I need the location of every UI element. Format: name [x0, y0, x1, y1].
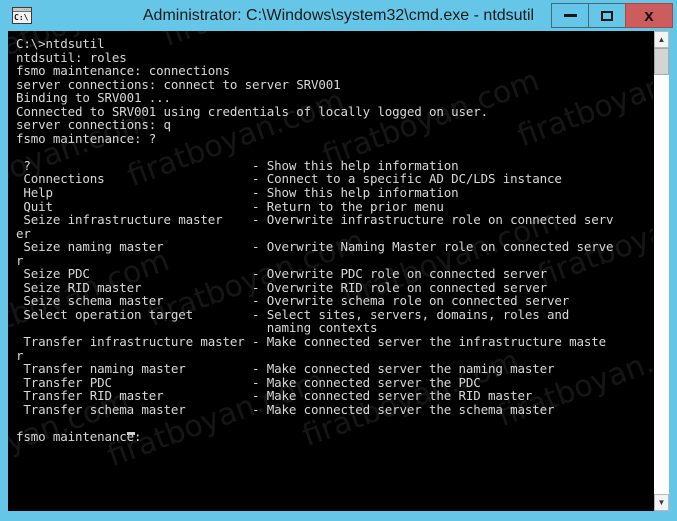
cmd-console-icon: ··· C:\	[12, 7, 32, 24]
close-button[interactable]: x	[625, 3, 673, 28]
scroll-up-button[interactable]: ▲	[654, 31, 669, 48]
console-cursor	[127, 432, 135, 435]
console-scrollbar[interactable]: ▲ ▼	[653, 31, 669, 511]
window-controls: x	[551, 3, 673, 28]
console-output: C:\>ntdsutil ntdsutil: roles fsmo mainte…	[16, 36, 614, 444]
console-client-area: firatboyan.com firatboyan.com firatboyan…	[8, 31, 669, 511]
minimize-icon	[563, 14, 577, 17]
chevron-down-icon: ▼	[657, 497, 666, 507]
chevron-up-icon: ▲	[657, 34, 666, 44]
title-bar[interactable]: ··· C:\ Administrator: C:\Windows\system…	[0, 0, 677, 31]
scrollbar-thumb[interactable]	[654, 48, 669, 75]
close-icon: x	[644, 6, 654, 25]
cmd-window: ··· C:\ Administrator: C:\Windows\system…	[0, 0, 677, 521]
maximize-button[interactable]	[588, 3, 626, 28]
icon-prompt-text: C:\	[14, 13, 29, 22]
scrollbar-track[interactable]	[654, 48, 669, 494]
minimize-button[interactable]	[551, 3, 589, 28]
maximize-icon	[601, 10, 613, 21]
scroll-down-button[interactable]: ▼	[654, 494, 669, 511]
watermark-text: firatboyan.com	[358, 31, 584, 34]
console-screen[interactable]: firatboyan.com firatboyan.com firatboyan…	[8, 31, 653, 511]
